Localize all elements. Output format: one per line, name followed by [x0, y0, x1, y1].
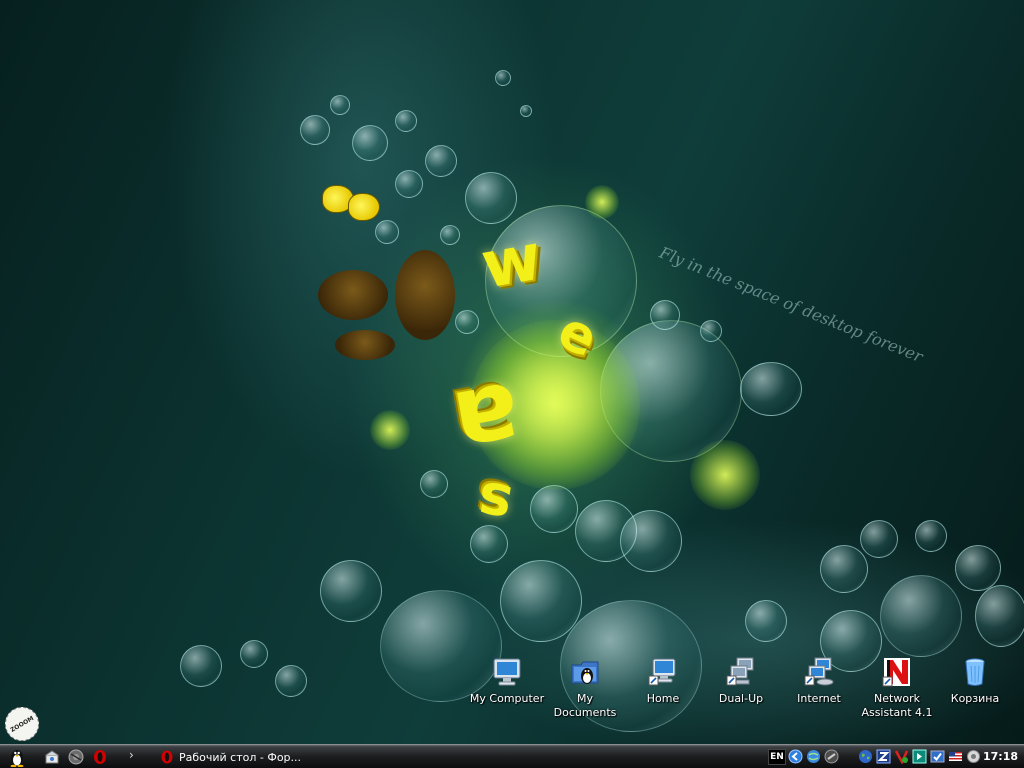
- recycle-bin-icon: [959, 656, 991, 688]
- desktop-icon-home[interactable]: Home: [623, 656, 703, 706]
- folder-penguin-icon: [569, 656, 601, 688]
- us-flag-icon[interactable]: [948, 749, 963, 764]
- clock[interactable]: 17:18: [983, 750, 1018, 763]
- taskbar: › Рабочий стол - Фор... EN 17:18: [0, 744, 1024, 768]
- zone-alarm-icon[interactable]: [876, 749, 891, 764]
- taskbar-button-opera[interactable]: Рабочий стол - Фор...: [160, 747, 310, 767]
- penguin-icon: [10, 750, 24, 768]
- network-status-icon[interactable]: [824, 749, 839, 764]
- update-icon[interactable]: [912, 749, 927, 764]
- desktop-icon-label: Dual-Up: [718, 692, 764, 705]
- system-tray: EN 17:18: [764, 745, 1024, 768]
- norton-n-icon: [881, 656, 913, 688]
- security-check-icon[interactable]: [930, 749, 945, 764]
- quicklaunch-browser-icon[interactable]: [68, 749, 84, 765]
- opera-icon: [161, 750, 173, 764]
- desktop-icon-label: My Computer: [469, 692, 545, 705]
- desktop-icon-dual-up[interactable]: Dual-Up: [701, 656, 781, 706]
- quicklaunch-opera-icon[interactable]: [92, 749, 108, 765]
- volume-icon[interactable]: [966, 749, 981, 764]
- desktop-icon-my-documents[interactable]: My Documents: [545, 656, 625, 720]
- quicklaunch-show-desktop-icon[interactable]: [44, 749, 60, 765]
- computer-home-icon: [647, 656, 679, 688]
- quicklaunch-more-button[interactable]: ›: [129, 748, 134, 762]
- globe-icon[interactable]: [806, 749, 821, 764]
- desktop-icon-network-assistant[interactable]: Network Assistant 4.1: [857, 656, 937, 720]
- desktop-icon-label: Internet: [797, 692, 841, 705]
- desktop-icon-recycle-bin[interactable]: Корзина: [935, 656, 1015, 706]
- taskbar-button-label: Рабочий стол - Фор...: [179, 750, 302, 764]
- monitor-icon: [491, 656, 523, 688]
- desktop-icon-label: Home: [646, 692, 680, 705]
- network-connection-icon: [725, 656, 757, 688]
- language-indicator[interactable]: EN: [768, 749, 786, 765]
- desktop-icon-label: My Documents: [553, 692, 617, 719]
- desktop-icon-internet[interactable]: Internet: [779, 656, 859, 706]
- antivirus-icon[interactable]: [894, 749, 909, 764]
- sticker-text: ZOOOM: [9, 714, 35, 734]
- desktop-icon-label: Network Assistant 4.1: [861, 692, 933, 719]
- desktop: w e a s Fly in the space of desktop fore…: [0, 0, 1024, 768]
- zoom-sticker: ZOOOM: [0, 700, 46, 748]
- desktop-icon-label: Корзина: [950, 692, 1000, 705]
- desktop-icon-my-computer[interactable]: My Computer: [467, 656, 547, 706]
- earth-icon[interactable]: [858, 749, 873, 764]
- network-globe-icon: [803, 656, 835, 688]
- back-arrow-icon[interactable]: [788, 749, 803, 764]
- start-button[interactable]: [6, 747, 28, 768]
